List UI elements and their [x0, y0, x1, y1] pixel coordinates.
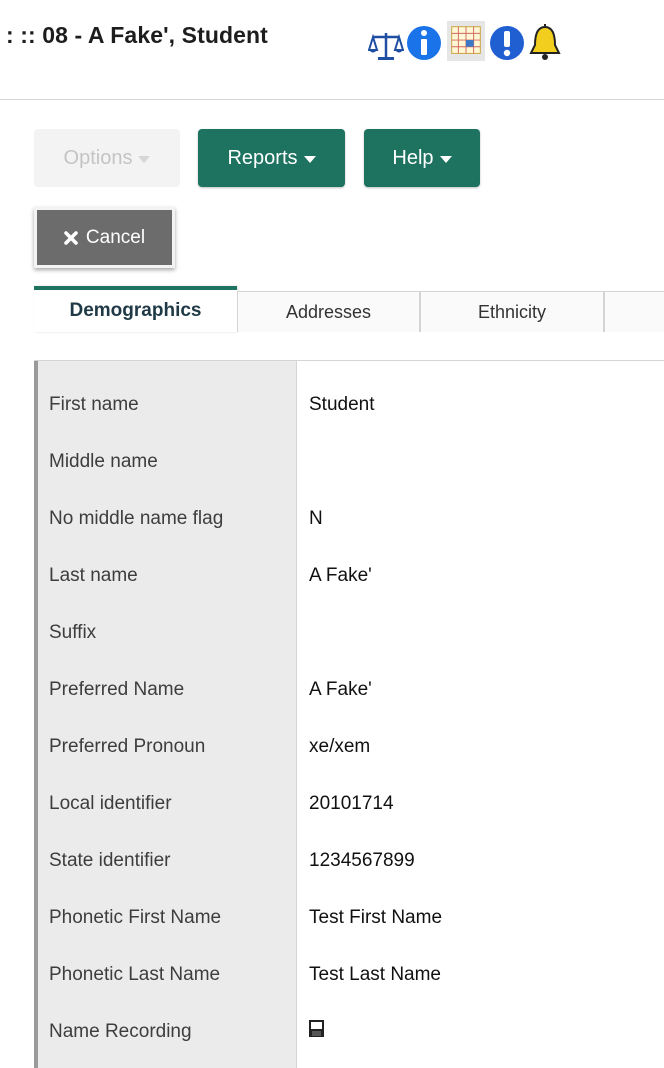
field-value: A Fake'	[309, 678, 372, 700]
alert-icon[interactable]	[489, 23, 525, 63]
bell-icon[interactable]	[527, 23, 563, 63]
scale-icon[interactable]	[368, 26, 404, 66]
demographics-form: First name Student Middle name No middle…	[34, 360, 664, 1068]
field-label: Preferred Name	[49, 678, 185, 700]
field-value: Test First Name	[309, 906, 443, 928]
field-label: Suffix	[49, 621, 97, 643]
tab-bar: Demographics Addresses Ethnicity	[34, 286, 664, 332]
field-value: 1234567899	[309, 849, 415, 871]
info-icon[interactable]	[406, 23, 442, 63]
reports-button[interactable]: Reports	[198, 129, 345, 187]
field-label: Last name	[49, 564, 138, 586]
save-disk-icon[interactable]	[309, 1020, 324, 1037]
field-label: State identifier	[49, 849, 171, 871]
field-value: 20101714	[309, 792, 394, 814]
field-value	[309, 1020, 324, 1043]
chevron-down-icon	[303, 156, 316, 163]
field-value: Student	[309, 393, 375, 415]
field-label: First name	[49, 393, 139, 415]
field-row-last-name: Last name A Fake'	[34, 547, 664, 604]
field-row-first-name: First name Student	[34, 376, 664, 433]
field-label: Middle name	[49, 450, 158, 472]
field-row-phonetic-first-name: Phonetic First Name Test First Name	[34, 889, 664, 946]
page-title: : :: 08 - A Fake', Student	[6, 22, 268, 48]
options-button[interactable]: Options	[34, 129, 180, 187]
reports-label: Reports	[227, 146, 298, 169]
field-label: Phonetic Last Name	[49, 963, 221, 985]
help-button[interactable]: Help	[364, 129, 480, 187]
chevron-down-icon	[439, 156, 452, 163]
field-row-state-identifier: State identifier 1234567899	[34, 832, 664, 889]
field-row-name-recording: Name Recording	[34, 1003, 664, 1060]
field-row-no-middle-name-flag: No middle name flag N	[34, 490, 664, 547]
field-row-phonetic-last-name: Phonetic Last Name Test Last Name	[34, 946, 664, 1003]
field-value: xe/xem	[309, 735, 371, 757]
field-label: Name Recording	[49, 1020, 192, 1042]
field-label: Local identifier	[49, 792, 172, 814]
field-row-middle-name: Middle name	[34, 433, 664, 490]
cancel-label: Cancel	[85, 226, 146, 248]
field-label: Preferred Pronoun	[49, 735, 206, 757]
close-icon	[64, 230, 78, 245]
field-row-preferred-pronoun: Preferred Pronoun xe/xem	[34, 718, 664, 775]
cancel-button[interactable]: Cancel	[34, 207, 175, 268]
field-row-suffix: Suffix	[34, 604, 664, 661]
chevron-down-icon	[138, 156, 151, 163]
tab-ethnicity[interactable]: Ethnicity	[420, 291, 604, 332]
calendar-icon[interactable]	[446, 21, 486, 61]
help-label: Help	[392, 146, 434, 169]
field-value: A Fake'	[309, 564, 372, 586]
field-label: No middle name flag	[49, 507, 224, 529]
field-row-preferred-name: Preferred Name A Fake'	[34, 661, 664, 718]
field-label: Phonetic First Name	[49, 906, 222, 928]
field-value: Test Last Name	[309, 963, 441, 985]
field-value: N	[309, 507, 323, 529]
options-label: Options	[63, 146, 133, 169]
page-header: : :: 08 - A Fake', Student	[0, 0, 664, 100]
tab-addresses[interactable]: Addresses	[237, 291, 420, 332]
field-row-local-identifier: Local identifier 20101714	[34, 775, 664, 832]
tab-demographics[interactable]: Demographics	[34, 286, 237, 332]
tab-next[interactable]	[604, 291, 664, 332]
